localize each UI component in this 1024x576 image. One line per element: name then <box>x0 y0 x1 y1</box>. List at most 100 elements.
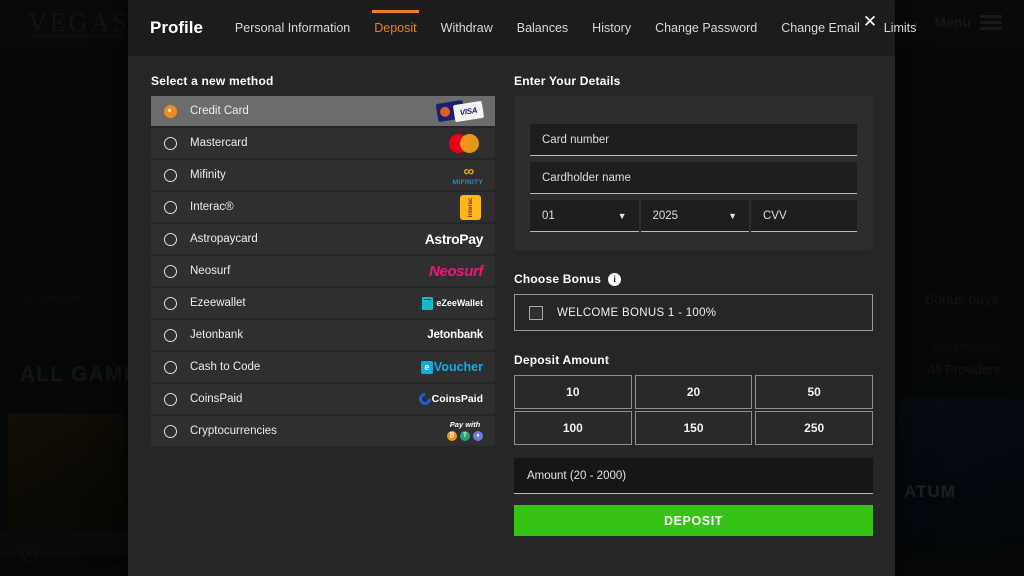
deposit-amount-heading: Deposit Amount <box>514 353 610 367</box>
profile-modal: Profile Personal Information Deposit Wit… <box>128 0 916 576</box>
expiry-cvv-row: 01 ▼ 2025 ▼ CVV <box>530 200 857 232</box>
deposit-button[interactable]: DEPOSIT <box>514 505 873 536</box>
amount-preset-grid: 10 20 50 100 150 250 <box>514 375 873 445</box>
coinspaid-logo-text: CoinsPaid <box>431 393 483 405</box>
radio-coinspaid[interactable] <box>164 392 177 406</box>
radio-neosurf[interactable] <box>164 264 177 278</box>
amount-input[interactable]: Amount (20 - 2000) <box>514 458 873 494</box>
method-label: Credit Card <box>190 105 249 117</box>
tab-change-password[interactable]: Change Password <box>643 0 769 56</box>
bonus-option-label: WELCOME BONUS 1 - 100% <box>557 306 717 319</box>
radio-jetonbank[interactable] <box>164 328 177 342</box>
mastercard-logo <box>399 132 483 154</box>
neosurf-logo-text: Neosurf <box>429 262 483 280</box>
astropay-logo-text: AstroPay <box>424 231 484 247</box>
method-neosurf[interactable]: Neosurf Neosurf <box>151 256 495 286</box>
select-method-heading: Select a new method <box>151 74 274 88</box>
radio-interac[interactable] <box>164 200 177 214</box>
enter-details-heading: Enter Your Details <box>514 74 621 88</box>
method-astropaycard[interactable]: Astropaycard AstroPay <box>151 224 495 254</box>
expiry-month-value: 01 <box>542 209 555 222</box>
jetonbank-logo-text: Jetonbank <box>427 329 483 341</box>
expiry-year-select[interactable]: 2025 ▼ <box>640 200 749 232</box>
method-interac[interactable]: Interac® interac <box>151 192 495 222</box>
amount-preset-250[interactable]: 250 <box>755 411 873 445</box>
card-number-input[interactable]: Card number <box>530 124 857 156</box>
method-mastercard[interactable]: Mastercard <box>151 128 495 158</box>
method-cryptocurrencies[interactable]: Cryptocurrencies Pay with ₿ T ♦ <box>151 416 495 446</box>
cardholder-name-input[interactable]: Cardholder name <box>530 162 857 194</box>
interac-logo: interac <box>399 194 483 220</box>
ezeewallet-mark-icon <box>422 296 434 310</box>
neosurf-logo: Neosurf <box>399 260 483 282</box>
crypto-pay-with-text: Pay with <box>449 420 481 430</box>
method-label: Mastercard <box>190 137 248 149</box>
tab-balances[interactable]: Balances <box>505 0 580 56</box>
ezeewallet-logo-text: eZeeWallet <box>436 298 483 308</box>
astropay-logo: AstroPay <box>399 228 484 250</box>
method-credit-card[interactable]: Credit Card VISA <box>151 96 495 126</box>
tab-history[interactable]: History <box>580 0 643 56</box>
mifinity-logo: ∞ MIFINITY <box>399 164 483 186</box>
page-title: Profile <box>150 18 203 37</box>
cvv-input[interactable]: CVV <box>751 200 857 232</box>
method-jetonbank[interactable]: Jetonbank Jetonbank <box>151 320 495 350</box>
tab-personal-information[interactable]: Personal Information <box>223 0 362 56</box>
mifinity-logo-text: MIFINITY <box>452 178 483 186</box>
radio-astropaycard[interactable] <box>164 232 177 246</box>
amount-preset-150[interactable]: 150 <box>634 411 753 445</box>
tab-withdraw[interactable]: Withdraw <box>429 0 505 56</box>
tether-icon: T <box>460 430 470 441</box>
card-details-panel: Card number Cardholder name 01 ▼ 2025 ▼ … <box>514 96 873 250</box>
visa-mastercard-logo: VISA <box>399 99 485 122</box>
amount-preset-10[interactable]: 10 <box>514 375 632 409</box>
bitcoin-icon: ₿ <box>447 430 457 441</box>
visa-logo-text: VISA <box>452 100 485 122</box>
tab-change-email[interactable]: Change Email <box>769 0 872 56</box>
method-mifinity[interactable]: Mifinity ∞ MIFINITY <box>151 160 495 190</box>
radio-mifinity[interactable] <box>164 168 177 182</box>
choose-bonus-heading: Choose Bonus <box>514 272 602 286</box>
method-label: Astropaycard <box>190 233 258 245</box>
modal-body: Select a new method Credit Card VISA Mas… <box>128 56 895 576</box>
method-label: Ezeewallet <box>190 297 246 309</box>
coinspaid-logo: CoinsPaid <box>399 388 483 410</box>
bonus-option-row[interactable]: WELCOME BONUS 1 - 100% <box>514 294 873 331</box>
close-icon[interactable]: ✕ <box>859 10 881 32</box>
crypto-logo: Pay with ₿ T ♦ <box>399 420 483 442</box>
bonus-checkbox[interactable] <box>529 305 543 320</box>
modal-tabbar: Profile Personal Information Deposit Wit… <box>128 0 916 56</box>
amount-preset-20[interactable]: 20 <box>634 375 753 409</box>
method-coinspaid[interactable]: CoinsPaid CoinsPaid <box>151 384 495 414</box>
method-label: Mifinity <box>190 169 226 181</box>
radio-cash-to-code[interactable] <box>164 360 177 374</box>
coinspaid-mark-icon <box>416 390 434 408</box>
ethereum-icon: ♦ <box>473 430 483 441</box>
radio-credit-card[interactable] <box>164 104 177 118</box>
radio-cryptocurrencies[interactable] <box>164 424 177 438</box>
method-label: Cash to Code <box>190 361 261 373</box>
choose-bonus-row: Choose Bonus i <box>514 272 873 286</box>
method-label: Cryptocurrencies <box>190 425 277 437</box>
method-label: Neosurf <box>190 265 231 277</box>
method-label: CoinsPaid <box>190 393 243 405</box>
evoucher-logo-text: Voucher <box>433 360 483 374</box>
details-column: Enter Your Details Card number Cardholde… <box>514 74 873 566</box>
amount-preset-100[interactable]: 100 <box>514 411 632 445</box>
radio-mastercard[interactable] <box>164 136 177 150</box>
info-icon[interactable]: i <box>608 272 622 286</box>
method-label: Jetonbank <box>190 329 244 341</box>
expiry-year-value: 2025 <box>652 209 679 222</box>
expiry-month-select[interactable]: 01 ▼ <box>530 200 639 232</box>
interac-logo-text: interac <box>460 194 481 220</box>
ezeewallet-logo: eZeeWallet <box>399 292 483 314</box>
amount-preset-50[interactable]: 50 <box>755 375 873 409</box>
method-ezeewallet[interactable]: Ezeewallet eZeeWallet <box>151 288 495 318</box>
method-label: Interac® <box>190 201 234 213</box>
radio-ezeewallet[interactable] <box>164 296 177 310</box>
payment-methods-column: Select a new method Credit Card VISA Mas… <box>151 74 495 566</box>
method-cash-to-code[interactable]: Cash to Code e Voucher <box>151 352 495 382</box>
jetonbank-logo: Jetonbank <box>399 324 483 346</box>
tab-deposit[interactable]: Deposit <box>362 0 428 56</box>
payment-method-list: Credit Card VISA Mastercard Mifinity ∞ M… <box>151 96 495 446</box>
